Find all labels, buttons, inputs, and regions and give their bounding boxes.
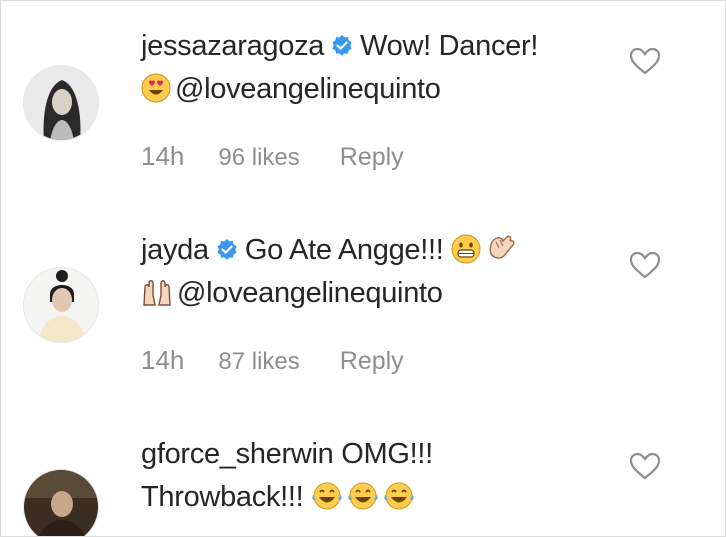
username-link[interactable]: jessazaragoza (141, 30, 324, 62)
likes-count[interactable]: 87 likes (218, 348, 299, 376)
comment-meta: 14h 87 likes Reply (141, 345, 404, 376)
comment-body: Wow! Dancer! (360, 30, 539, 62)
comment-item: jayda Go Ate Angge!!! @loveangelinequinto… (1, 205, 725, 405)
mention-link[interactable]: @loveangelinequinto (177, 277, 443, 309)
reply-button[interactable]: Reply (340, 143, 404, 172)
like-heart-icon[interactable] (629, 451, 661, 481)
tears-of-joy-emoji-icon (384, 482, 414, 510)
avatar[interactable] (23, 267, 99, 343)
comments-panel: jessazaragoza Wow! Dancer! @loveangelineq… (0, 0, 726, 537)
likes-count[interactable]: 96 likes (218, 144, 299, 172)
comment-item: gforce_sherwin OMG!!! Throwback!!! (1, 409, 725, 536)
username-link[interactable]: gforce_sherwin (141, 438, 334, 470)
raised-hands-emoji-icon (143, 280, 171, 306)
comment-item: jessazaragoza Wow! Dancer! @loveangelineq… (1, 1, 725, 201)
comment-body-line2: Throwback!!! (141, 481, 304, 513)
like-heart-icon[interactable] (629, 46, 661, 76)
grimace-emoji-icon (451, 234, 481, 264)
comment-text: gforce_sherwin OMG!!! Throwback!!! (141, 433, 611, 519)
like-heart-icon[interactable] (629, 250, 661, 280)
timestamp[interactable]: 14h (141, 141, 184, 172)
verified-badge-icon (217, 239, 237, 260)
comment-body: OMG!!! (341, 438, 433, 470)
verified-badge-icon (332, 35, 352, 56)
avatar[interactable] (23, 65, 99, 141)
clapping-hands-emoji-icon (489, 235, 515, 259)
timestamp[interactable]: 14h (141, 345, 184, 376)
reply-button[interactable]: Reply (340, 347, 404, 376)
username-link[interactable]: jayda (141, 234, 209, 266)
tears-of-joy-emoji-icon (348, 482, 378, 510)
comment-meta: 14h 96 likes Reply (141, 141, 404, 172)
comment-body: Go Ate Angge!!! (244, 234, 444, 266)
comment-text: jayda Go Ate Angge!!! @loveangelinequinto (141, 229, 611, 315)
comment-text: jessazaragoza Wow! Dancer! @loveangelineq… (141, 25, 611, 111)
avatar[interactable] (23, 469, 99, 536)
heart-eyes-emoji-icon (141, 73, 171, 103)
tears-of-joy-emoji-icon (312, 482, 342, 510)
mention-link[interactable]: @loveangelinequinto (175, 73, 441, 105)
